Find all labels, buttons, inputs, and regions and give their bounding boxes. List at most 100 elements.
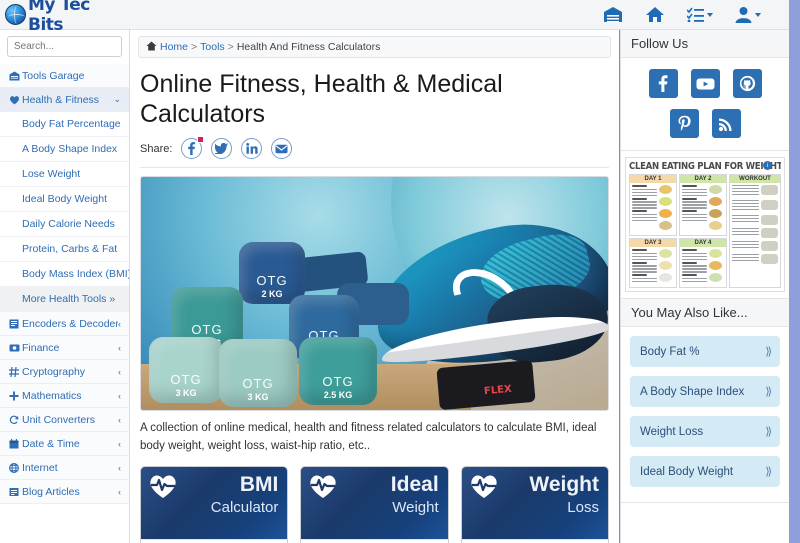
share-email-button[interactable] <box>271 138 293 159</box>
divider <box>140 167 609 168</box>
meal-food-thumbs <box>659 249 674 285</box>
meal-day-label: DAY 3 <box>630 239 676 247</box>
card-banner: Ideal Weight <box>301 466 448 539</box>
card-footer[interactable]: Go To Weight Loss Calc. <box>461 538 608 543</box>
sidebar-item-tools-garage[interactable]: Tools Garage <box>0 64 129 88</box>
share-twitter-button[interactable] <box>211 138 233 159</box>
dumbbell-weight: 2 KG <box>261 289 283 299</box>
breadcrumb-separator: > <box>227 41 234 53</box>
social-row <box>621 69 789 98</box>
sidebar-item-a-body-shape-index[interactable]: A Body Shape Index <box>0 137 129 162</box>
chevron-left-icon: ‹ <box>118 366 121 377</box>
workout-label: WORKOUT <box>730 175 780 183</box>
dumbbell-weight: 3 KG <box>175 388 197 398</box>
sidebar-item-protein-carbs-fat[interactable]: Protein, Carbs & Fat <box>0 237 129 262</box>
also-like-item-weight-loss[interactable]: Weight Loss ⟩⟩ <box>630 416 780 447</box>
card-footer[interactable]: Go To IBW Calculator <box>301 538 448 543</box>
also-like-item-ideal-body-weight[interactable]: Ideal Body Weight ⟩⟩ <box>630 456 780 487</box>
sidebar-item-label: Internet <box>22 461 58 474</box>
dumbbell-weight: 3 KG <box>247 392 269 402</box>
breadcrumb-tools[interactable]: Tools <box>200 41 225 53</box>
chevron-right-icon: ⟩⟩ <box>765 346 771 358</box>
sidebar-item-body-fat-percentage[interactable]: Body Fat Percentage <box>0 112 129 137</box>
chevron-left-icon: ‹ <box>118 318 121 329</box>
github-icon[interactable] <box>732 69 762 98</box>
card-footer[interactable]: Go To BMI Calculator <box>141 538 288 543</box>
sidebar-sub-label: Ideal Body Weight <box>22 193 108 205</box>
page-title: Online Fitness, Health & Medical Calcula… <box>140 70 503 128</box>
main-content: Home > Tools > Health And Fitness Calcul… <box>130 30 619 543</box>
dumbbell: OTG 2 KG <box>239 242 305 304</box>
heart-icon <box>9 95 22 105</box>
sidebar-item-label: Unit Converters <box>22 413 95 426</box>
meal-plan-title: CLEAN EATING PLAN FOR WEIGHT LOSS <box>629 161 781 172</box>
breadcrumb-current: Health And Fitness Calculators <box>236 41 381 53</box>
dumbbell-brand: OTG <box>191 322 223 337</box>
sidebar-item-blog-articles[interactable]: Blog Articles ‹ <box>0 480 129 504</box>
book-icon <box>9 319 22 329</box>
sidebar-sub-label: Lose Weight <box>22 168 81 180</box>
checklist-icon[interactable] <box>687 7 713 22</box>
hash-icon <box>9 366 22 377</box>
user-account-icon[interactable] <box>735 6 761 23</box>
pinterest-icon[interactable] <box>669 109 699 138</box>
breadcrumb-home[interactable]: Home <box>160 41 188 53</box>
sidebar-item-internet[interactable]: Internet ‹ <box>0 456 129 480</box>
share-linkedin-button[interactable] <box>241 138 263 159</box>
globe-icon <box>9 462 22 473</box>
tools-garage-icon[interactable] <box>603 6 623 23</box>
facebook-icon[interactable] <box>648 69 678 98</box>
home-icon <box>146 41 157 54</box>
share-label: Share: <box>140 142 173 155</box>
you-may-also-like-widget: You May Also Like... Body Fat % ⟩⟩ A Bod… <box>621 299 789 503</box>
home-icon[interactable] <box>645 6 665 23</box>
sidebar-item-health-fitness[interactable]: Health & Fitness ⌄ <box>0 88 129 112</box>
calculator-card-list: BMI Calculator Go To BMI Calculator Idea… <box>140 465 609 543</box>
sidebar-item-encoders-decoders[interactable]: Encoders & Decoders ‹ <box>0 312 129 336</box>
sidebar-item-unit-converters[interactable]: Unit Converters ‹ <box>0 408 129 432</box>
sidebar-item-mathematics[interactable]: Mathematics ‹ <box>0 384 129 408</box>
meal-plan-infographic[interactable]: i CLEAN EATING PLAN FOR WEIGHT LOSS DAY … <box>625 157 785 292</box>
meal-day-card: DAY 2 <box>679 174 727 236</box>
card-bmi-calculator[interactable]: BMI Calculator Go To BMI Calculator <box>140 465 289 543</box>
chevron-right-icon: ⟩⟩ <box>765 466 771 478</box>
workout-body <box>730 183 780 269</box>
share-facebook-button[interactable] <box>181 136 205 159</box>
sidebar-item-label: Blog Articles <box>22 485 80 498</box>
sidebar-item-lose-weight[interactable]: Lose Weight <box>0 162 129 187</box>
dumbbell: OTG 2.5 KG <box>299 337 377 405</box>
chevron-down-icon <box>755 12 761 17</box>
page-scrollbar[interactable] <box>789 0 800 543</box>
garage-icon <box>9 71 22 81</box>
sidebar-item-ideal-body-weight[interactable]: Ideal Body Weight <box>0 187 129 212</box>
search-input[interactable] <box>8 41 121 52</box>
social-icon-grid <box>621 58 789 150</box>
also-like-item-body-shape-index[interactable]: A Body Shape Index ⟩⟩ <box>630 376 780 407</box>
chevron-left-icon: ‹ <box>118 414 121 425</box>
chevron-down-icon: ⌄ <box>113 94 121 104</box>
meal-day-card: DAY 1 <box>629 174 677 236</box>
dumbbell-brand: OTG <box>170 372 202 387</box>
sidebar-item-date-time[interactable]: Date & Time ‹ <box>0 432 129 456</box>
card-weight-loss-calculator[interactable]: Weight Loss Go To Weight Loss Calc. <box>460 465 609 543</box>
card-ideal-weight-calculator[interactable]: Ideal Weight Go To IBW Calculator <box>300 465 449 543</box>
info-badge-icon: i <box>763 161 772 170</box>
meal-day-body <box>680 247 726 287</box>
youtube-icon[interactable] <box>690 69 720 98</box>
sidebar-item-label: Tools Garage <box>22 69 85 82</box>
rss-icon[interactable] <box>711 109 741 138</box>
meal-day-lines <box>682 249 707 285</box>
dumbbell-brand: OTG <box>242 376 274 391</box>
chevron-left-icon: ‹ <box>118 342 121 353</box>
meal-day-label: DAY 2 <box>680 175 726 183</box>
also-like-label: Weight Loss <box>640 425 704 438</box>
sidebar-item-cryptography[interactable]: Cryptography ‹ <box>0 360 129 384</box>
also-like-item-body-fat[interactable]: Body Fat % ⟩⟩ <box>630 336 780 367</box>
site-logo[interactable]: My Tec Bits <box>0 0 130 35</box>
sidebar-item-more-health-tools[interactable]: More Health Tools » <box>0 287 129 312</box>
sidebar-item-body-mass-index[interactable]: Body Mass Index (BMI) <box>0 262 129 287</box>
search-box[interactable] <box>7 36 122 57</box>
sidebar-item-finance[interactable]: Finance ‹ <box>0 336 129 360</box>
dumbbell: OTG 3 KG <box>219 339 297 407</box>
sidebar-item-daily-calorie-needs[interactable]: Daily Calorie Needs <box>0 212 129 237</box>
